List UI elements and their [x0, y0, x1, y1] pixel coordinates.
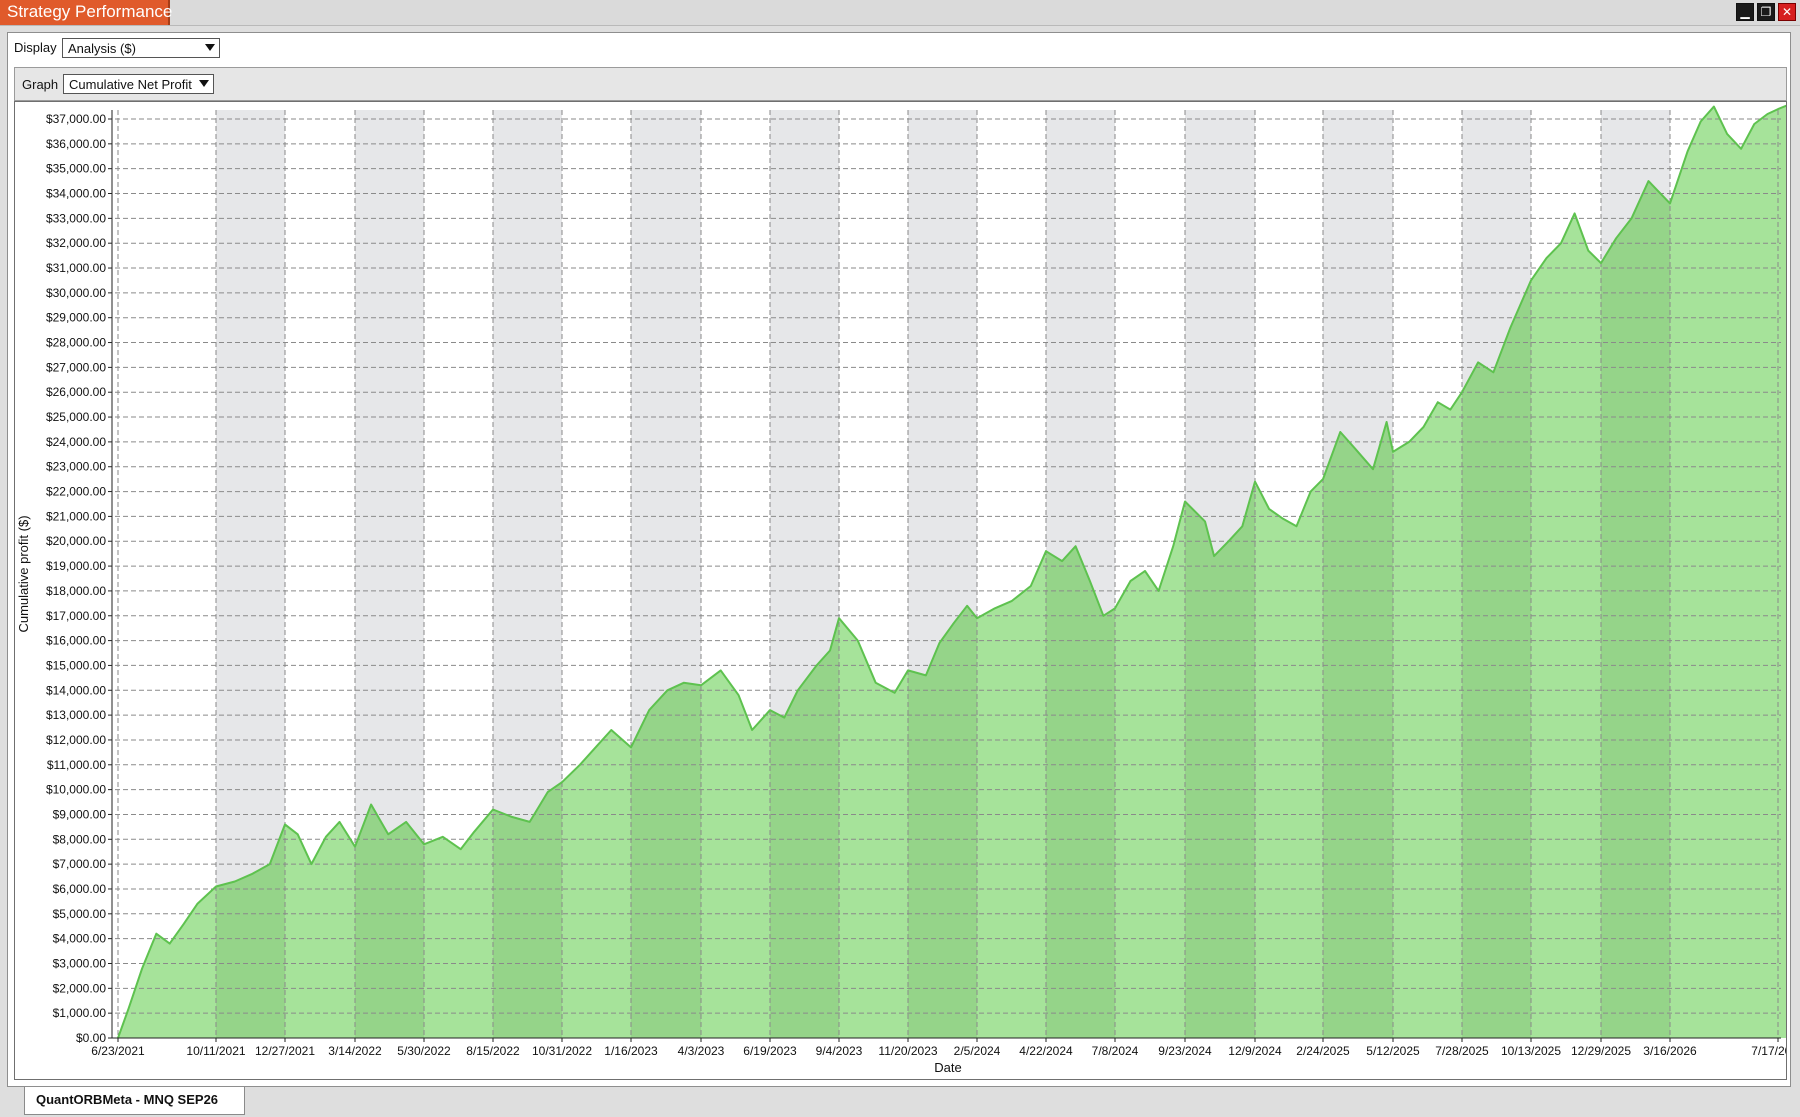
graph-select[interactable]: Cumulative Net Profit	[63, 74, 214, 94]
minimize-icon[interactable]: ▁	[1736, 3, 1754, 21]
y-tick-label: $21,000.00	[46, 509, 106, 523]
graph-select-value: Cumulative Net Profit	[69, 77, 192, 92]
y-tick-label: $9,000.00	[53, 807, 107, 821]
x-tick-label: 12/27/2021	[255, 1044, 315, 1058]
x-tick-label: 3/16/2026	[1643, 1044, 1697, 1058]
y-tick-label: $11,000.00	[47, 758, 106, 772]
window-title: Strategy Performance	[7, 2, 173, 21]
y-tick-label: $34,000.00	[46, 187, 106, 201]
x-tick-label: 10/11/2021	[186, 1044, 245, 1058]
y-tick-label: $37,000.00	[46, 112, 106, 126]
window-title-tab[interactable]: Strategy Performance	[0, 0, 173, 25]
y-tick-label: $35,000.00	[46, 162, 106, 176]
graph-toolbar: Graph Cumulative Net Profit	[14, 67, 1787, 101]
y-tick-label: $36,000.00	[46, 137, 106, 151]
y-tick-label: $12,000.00	[46, 733, 106, 747]
y-tick-label: $32,000.00	[46, 236, 106, 250]
x-axis-label: Date	[934, 1060, 961, 1075]
x-tick-label: 7/17/2026	[1751, 1044, 1786, 1058]
x-tick-label: 4/22/2024	[1019, 1044, 1073, 1058]
x-tick-label: 9/23/2024	[1158, 1044, 1212, 1058]
x-tick-label: 10/13/2025	[1501, 1044, 1561, 1058]
strategy-tab[interactable]: QuantORBMeta - MNQ SEP26	[24, 1087, 245, 1115]
y-tick-label: $15,000.00	[46, 658, 106, 672]
y-tick-label: $1,000.00	[53, 1006, 107, 1020]
y-tick-label: $18,000.00	[46, 584, 106, 598]
x-tick-label: 6/19/2023	[743, 1044, 797, 1058]
y-tick-label: $14,000.00	[46, 683, 106, 697]
y-tick-label: $27,000.00	[46, 360, 106, 374]
restore-icon[interactable]: ❐	[1757, 3, 1775, 21]
chevron-down-icon	[199, 80, 209, 87]
y-tick-label: $17,000.00	[46, 609, 106, 623]
window-controls: ▁ ❐ ✕	[1736, 3, 1796, 21]
x-tick-label: 7/8/2024	[1092, 1044, 1139, 1058]
x-tick-label: 6/23/2021	[91, 1044, 145, 1058]
x-tick-label: 5/30/2022	[397, 1044, 451, 1058]
y-tick-label: $22,000.00	[46, 485, 106, 499]
display-label: Display	[14, 40, 57, 55]
y-tick-label: $0.00	[76, 1031, 106, 1045]
y-tick-label: $7,000.00	[53, 857, 107, 871]
x-tick-label: 11/20/2023	[878, 1044, 937, 1058]
y-tick-label: $2,000.00	[53, 981, 107, 995]
y-tick-label: $3,000.00	[53, 956, 107, 970]
y-tick-label: $16,000.00	[46, 634, 106, 648]
y-tick-label: $4,000.00	[53, 932, 107, 946]
y-tick-label: $13,000.00	[46, 708, 106, 722]
y-tick-label: $31,000.00	[46, 261, 106, 275]
x-tick-label: 3/14/2022	[328, 1044, 382, 1058]
display-select-value: Analysis ($)	[68, 41, 136, 56]
x-tick-label: 12/29/2025	[1571, 1044, 1631, 1058]
x-tick-label: 7/28/2025	[1435, 1044, 1489, 1058]
y-tick-label: $25,000.00	[46, 410, 106, 424]
x-tick-label: 9/4/2023	[816, 1044, 863, 1058]
y-tick-label: $6,000.00	[53, 882, 107, 896]
x-tick-label: 4/3/2023	[678, 1044, 725, 1058]
y-tick-label: $8,000.00	[53, 832, 107, 846]
y-tick-label: $26,000.00	[46, 385, 106, 399]
y-tick-label: $33,000.00	[46, 211, 106, 225]
chart-area: $0.00 $1,000.00 $2,000.00 $3,000.00 $4,000.0…	[14, 101, 1800, 1080]
close-icon[interactable]: ✕	[1778, 3, 1796, 21]
y-tick-label: $10,000.00	[46, 783, 106, 797]
y-tick-label: $28,000.00	[46, 336, 106, 350]
chevron-down-icon	[205, 44, 215, 51]
y-tick-label: $24,000.00	[46, 435, 106, 449]
y-tick-label: $30,000.00	[46, 286, 106, 300]
x-tick-label: 2/24/2025	[1296, 1044, 1350, 1058]
y-tick-label: $5,000.00	[53, 907, 107, 921]
y-tick-label: $19,000.00	[46, 559, 106, 573]
y-tick-label: $23,000.00	[46, 460, 106, 474]
window-titlebar: Strategy Performance ▁ ❐ ✕	[0, 0, 1800, 26]
area-fill-shaded	[1601, 110, 1670, 1038]
x-tick-label: 5/12/2025	[1366, 1044, 1420, 1058]
x-tick-label: 12/9/2024	[1228, 1044, 1282, 1058]
x-tick-label: 10/31/2022	[532, 1044, 592, 1058]
strategy-tab-label: QuantORBMeta - MNQ SEP26	[36, 1092, 219, 1107]
cumulative-profit-chart: $0.00 $1,000.00 $2,000.00 $3,000.00 $4,000.0…	[16, 103, 1800, 1075]
y-axis-label: Cumulative profit ($)	[16, 515, 31, 632]
display-select[interactable]: Analysis ($)	[62, 38, 220, 58]
y-tick-label: $29,000.00	[46, 311, 106, 325]
y-tick-label: $20,000.00	[46, 534, 106, 548]
x-tick-label: 1/16/2023	[604, 1044, 658, 1058]
graph-label: Graph	[22, 77, 59, 92]
x-tick-label: 2/5/2024	[954, 1044, 1001, 1058]
x-tick-label: 8/15/2022	[466, 1044, 520, 1058]
